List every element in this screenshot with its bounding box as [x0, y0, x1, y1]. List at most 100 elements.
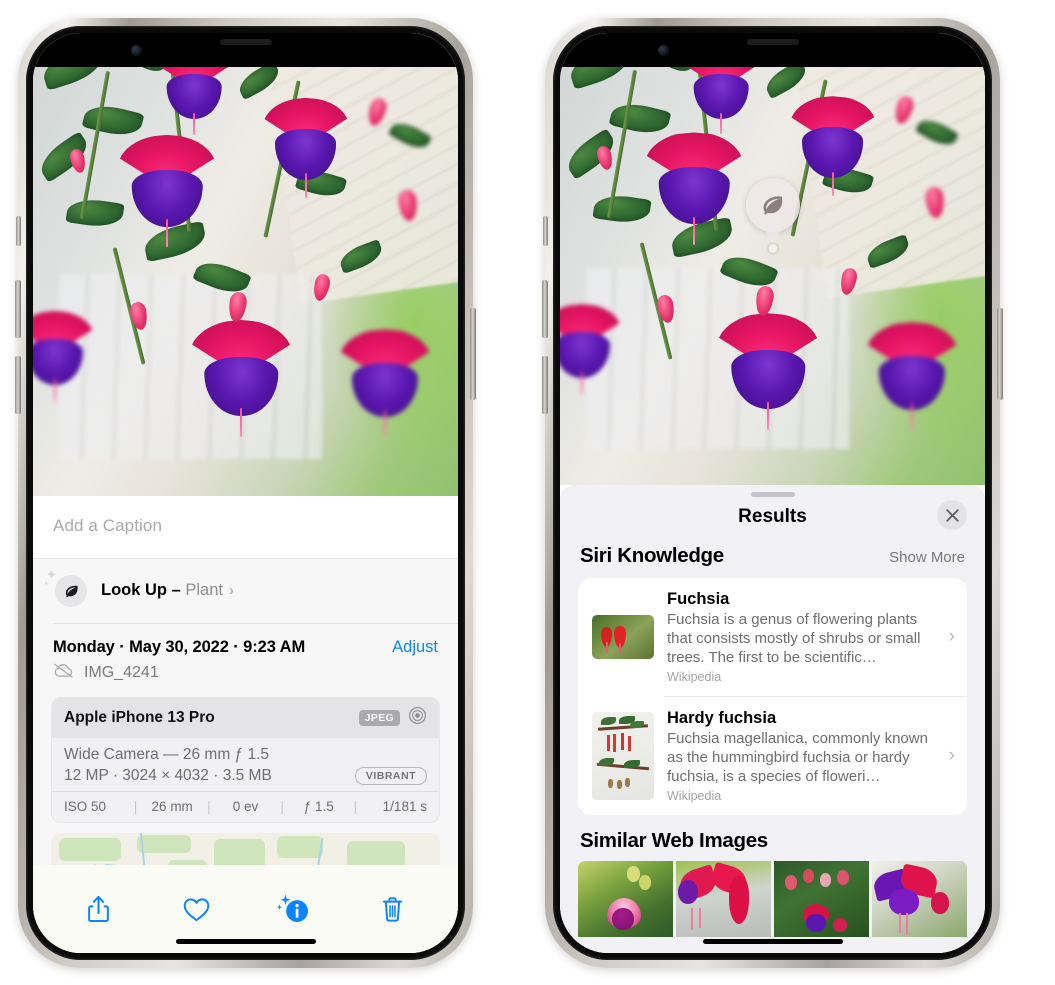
leaf-icon	[55, 575, 87, 607]
list-item[interactable]: Fuchsia Fuchsia is a genus of flowering …	[578, 578, 967, 696]
siri-knowledge-card: Fuchsia Fuchsia is a genus of flowering …	[578, 578, 967, 816]
display-notch	[160, 33, 331, 66]
web-image-thumbnail[interactable]	[774, 861, 869, 938]
device-bezel: Results Siri Knowledge Show More Fuchsia…	[553, 26, 992, 960]
home-indicator[interactable]	[175, 939, 316, 944]
exif-shutter: 1/181 s	[382, 799, 427, 814]
map-land-patch	[276, 836, 324, 858]
camera-info-card: Apple iPhone 13 Pro JPEG Wide Camera — 2…	[51, 697, 440, 823]
look-up-icon-wrap: ✦ ✦	[43, 568, 87, 607]
photo-info-sheet: Add a Caption ✦ ✦ Look Up – Plant › Mond…	[33, 496, 458, 953]
lens-line: Wide Camera — 26 mm ƒ 1.5	[64, 746, 270, 763]
flower-stamen	[166, 219, 168, 248]
specs-line-row: 12 MP · 3024 × 4032 · 3.5 MB VIBRANT	[64, 767, 427, 785]
knowledge-source: Wikipedia	[667, 789, 722, 804]
info-icon[interactable]	[276, 893, 309, 923]
knowledge-text: Fuchsia Fuchsia is a genus of flowering …	[667, 590, 932, 684]
mute-switch[interactable]	[16, 216, 21, 246]
fuchsia-flower	[339, 329, 431, 437]
fuchsia-flower	[560, 304, 621, 395]
mute-switch[interactable]	[543, 216, 548, 246]
volume-down-button[interactable]	[542, 356, 548, 414]
front-camera	[658, 45, 669, 56]
web-image-thumbnail[interactable]	[578, 861, 673, 938]
flower-stamen	[193, 113, 196, 135]
flower-stamen	[304, 173, 307, 198]
exif-aperture: ƒ 1.5	[303, 799, 334, 814]
look-up-label: Look Up – Plant ›	[101, 581, 234, 600]
volume-down-button[interactable]	[15, 356, 21, 414]
look-up-dash: –	[167, 580, 186, 599]
fuchsia-flower	[866, 322, 958, 430]
flower-stamen	[831, 171, 834, 197]
earpiece-speaker	[219, 39, 272, 45]
camera-header-badges: JPEG	[358, 706, 427, 730]
adjust-button[interactable]: Adjust	[392, 638, 438, 657]
flower-petal	[131, 169, 203, 227]
fuchsia-flower	[789, 96, 876, 197]
camera-model: Apple iPhone 13 Pro	[64, 709, 215, 726]
results-header: Results	[560, 497, 985, 542]
flower-stamen	[911, 403, 913, 430]
volume-up-button[interactable]	[15, 280, 21, 338]
leaf-icon	[745, 178, 800, 232]
display-notch	[687, 33, 858, 66]
list-item[interactable]: Hardy fuchsia Fuchsia magellanica, commo…	[578, 697, 967, 815]
cloud-slash-icon	[53, 663, 74, 683]
fuchsia-flower	[645, 132, 743, 245]
heart-icon[interactable]	[182, 896, 211, 923]
exif-row: ISO 50 | 26 mm | 0 ev | ƒ 1.5 | 1/181 s	[52, 791, 439, 822]
knowledge-description: Fuchsia magellanica, commonly known as t…	[667, 730, 928, 786]
map-land-patch	[58, 837, 121, 862]
flower-petal	[33, 338, 84, 385]
flower-stamen	[240, 408, 243, 438]
look-up-title: Look Up	[101, 580, 167, 599]
similar-web-images-strip	[578, 861, 967, 938]
knowledge-description: Fuchsia is a genus of flowering plants t…	[667, 611, 921, 667]
fuchsia-flower	[190, 320, 293, 438]
file-name: IMG_4241	[84, 664, 159, 681]
flower-stamen	[693, 217, 695, 245]
chevron-right-icon: ›	[228, 581, 234, 599]
show-more-button[interactable]: Show More	[889, 549, 965, 566]
look-up-row[interactable]: ✦ ✦ Look Up – Plant ›	[33, 559, 458, 623]
fuchsia-flower	[717, 313, 820, 431]
screenshot-canvas: Add a Caption ✦ ✦ Look Up – Plant › Mond…	[0, 0, 1055, 985]
photo-viewer[interactable]	[33, 33, 458, 496]
visual-look-up-badge[interactable]	[745, 178, 800, 253]
sparkle-small-icon: ✦	[43, 579, 50, 588]
flower-stamen	[384, 410, 386, 437]
power-button[interactable]	[997, 308, 1003, 400]
volume-up-button[interactable]	[542, 280, 548, 338]
home-indicator[interactable]	[702, 939, 843, 944]
close-icon[interactable]	[937, 500, 967, 530]
siri-knowledge-header: Siri Knowledge Show More	[560, 542, 985, 578]
knowledge-thumbnail	[592, 712, 654, 801]
specs-line: 12 MP · 3024 × 4032 · 3.5 MB	[64, 767, 272, 784]
share-icon[interactable]	[86, 894, 111, 924]
camera-card-body: Wide Camera — 26 mm ƒ 1.5 12 MP · 3024 ×…	[52, 738, 439, 791]
exif-exposure: 0 ev	[232, 799, 259, 814]
power-button[interactable]	[470, 308, 476, 400]
fuchsia-flower	[118, 134, 216, 248]
web-image-thumbnail[interactable]	[676, 861, 771, 938]
fuchsia-flower	[262, 97, 349, 198]
chevron-right-icon: ›	[948, 626, 955, 648]
file-row: IMG_4241	[33, 659, 458, 697]
web-image-thumbnail[interactable]	[872, 861, 967, 938]
trash-icon[interactable]	[380, 895, 405, 924]
device-bezel: Add a Caption ✦ ✦ Look Up – Plant › Mond…	[26, 26, 465, 960]
siri-knowledge-title: Siri Knowledge	[580, 544, 724, 567]
results-title: Results	[738, 506, 807, 527]
knowledge-text: Hardy fuchsia Fuchsia magellanica, commo…	[667, 709, 932, 803]
flower-petal	[801, 127, 864, 179]
caption-input[interactable]: Add a Caption	[33, 496, 458, 559]
knowledge-thumbnail	[592, 615, 654, 660]
screen-left: Add a Caption ✦ ✦ Look Up – Plant › Mond…	[33, 33, 458, 953]
iphone-right: Results Siri Knowledge Show More Fuchsia…	[542, 18, 1003, 968]
chevron-right-icon: ›	[948, 745, 955, 767]
photographic-style-badge: VIBRANT	[354, 767, 427, 785]
look-up-subject: Plant	[185, 580, 223, 599]
flower-petal	[204, 356, 278, 417]
photo-viewer[interactable]	[560, 33, 985, 485]
